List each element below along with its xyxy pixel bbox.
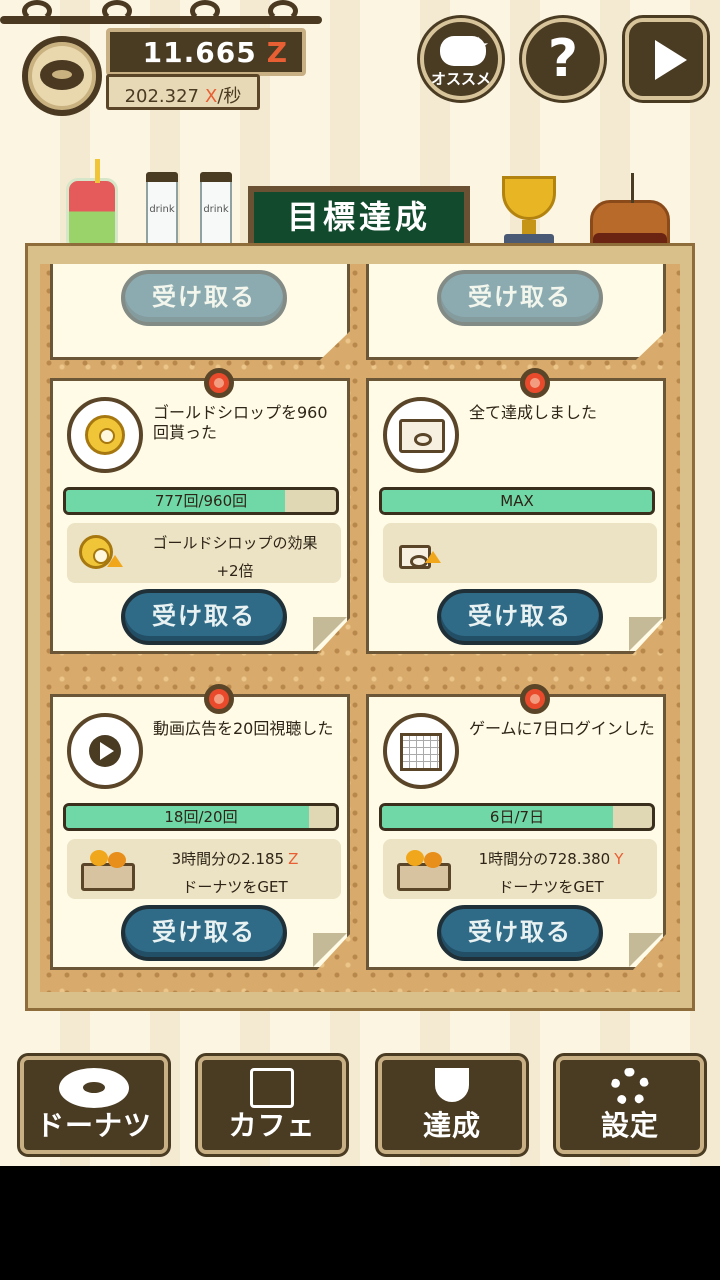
gold-syrup-icon: [67, 397, 143, 473]
reward-line1: ゴールドシロップの効果: [152, 534, 318, 552]
progress-text: 6日/7日: [489, 808, 545, 826]
achievement-card: 動画広告を20回視聴した 18回/20回 3時間分の2.185 Z ドーナツをGE…: [50, 694, 350, 970]
reward-text: 3時間分の2.185 Z ドーナツをGET: [137, 845, 333, 901]
pushpin-icon: [204, 368, 234, 398]
receive-button[interactable]: 受け取る: [437, 270, 603, 326]
juice-jar-decoration: [66, 159, 118, 252]
reward-unit: Y: [614, 850, 624, 868]
reward-line1: 3時間分の2.185: [171, 850, 285, 868]
page-fold: [313, 617, 347, 651]
reward-line2: +2倍: [216, 562, 254, 580]
achievement-title: ゲームに7日ログインした: [469, 719, 655, 738]
page-fold: [629, 933, 663, 967]
income-rate-display: 202.327 X/秒: [106, 74, 260, 110]
nav-donut-label: ドーナツ: [35, 1109, 152, 1142]
nav-settings-button[interactable]: 設定: [556, 1056, 704, 1154]
star-icon: ★: [468, 32, 490, 60]
money-value: 11.665: [142, 36, 257, 69]
achievement-card-partial: 受け取る: [366, 264, 666, 360]
donut-box-icon: [393, 849, 451, 891]
reward-panel: 1時間分の728.380 Y ドーナツをGET: [383, 839, 657, 899]
receive-button[interactable]: 受け取る: [437, 905, 603, 961]
nav-donut-button[interactable]: ドーナツ: [20, 1056, 168, 1154]
scroll-ornament: [268, 0, 298, 22]
play-icon: [655, 40, 687, 80]
video-ad-button[interactable]: [625, 18, 707, 100]
reward-line2: ドーナツをGET: [182, 878, 288, 896]
receive-button[interactable]: 受け取る: [121, 905, 287, 961]
reward-panel: ゴールドシロップの効果 +2倍: [67, 523, 341, 583]
nav-achievement-button[interactable]: 達成: [378, 1056, 526, 1154]
pushpin-icon: [520, 368, 550, 398]
achievement-card: ゴールドシロップを960回貰った 777回/960回 ゴールドシロップの効果 +…: [50, 378, 350, 654]
video-icon: [67, 713, 143, 789]
donut-box-icon: [383, 397, 459, 473]
achievement-card: ゲームに7日ログインした 6日/7日 1時間分の728.380 Y ドーナツをGE…: [366, 694, 666, 970]
achievement-title: 動画広告を20回視聴した: [153, 719, 334, 738]
drink-bottle-decoration: drink: [146, 172, 178, 252]
achievement-card: 全て達成しました MAX 受け取る: [366, 378, 666, 654]
reward-text: ゴールドシロップの効果 +2倍: [137, 529, 333, 585]
donut-currency-icon: [22, 36, 102, 116]
nav-cafe-button[interactable]: カフェ: [198, 1056, 346, 1154]
reward-panel: 3時間分の2.185 Z ドーナツをGET: [67, 839, 341, 899]
achievement-title: ゴールドシロップを960回貰った: [153, 403, 328, 442]
rate-value: 202.327: [124, 86, 199, 107]
gold-syrup-up-icon: [77, 533, 133, 575]
progress-text: 18回/20回: [164, 808, 238, 826]
recommended-button[interactable]: ★ オススメ: [420, 18, 502, 100]
scroll-ornament: [102, 0, 132, 22]
nav-achievement-label: 達成: [422, 1109, 481, 1142]
nav-settings-label: 設定: [600, 1109, 659, 1142]
recommended-label: オススメ: [430, 70, 491, 88]
gear-icon: [611, 1068, 649, 1106]
progress-text: MAX: [500, 492, 534, 510]
page-title: 目標達成: [248, 186, 470, 250]
reward-line1: 1時間分の728.380: [478, 850, 611, 868]
reward-unit: Z: [288, 850, 299, 868]
receive-button[interactable]: 受け取る: [437, 589, 603, 645]
achievement-card-partial: 受け取る: [50, 264, 350, 360]
rate-suffix: /秒: [217, 86, 242, 107]
question-icon: ?: [547, 29, 579, 89]
reward-text: 1時間分の728.380 Y ドーナツをGET: [453, 845, 649, 901]
achievement-title: 全て達成しました: [469, 403, 598, 422]
donut-box-icon: [77, 849, 135, 891]
pushpin-icon: [204, 684, 234, 714]
reward-line2: ドーナツをGET: [498, 878, 604, 896]
drink-bottle-decoration: drink: [200, 172, 232, 252]
progress-bar: MAX: [379, 487, 655, 515]
rate-unit: X: [205, 86, 218, 107]
scroll-ornament: [22, 0, 52, 22]
donut-box-up-icon: [393, 533, 449, 575]
donut-icon: [59, 1068, 129, 1108]
calendar-icon: [383, 713, 459, 789]
trophy-decoration: [486, 176, 572, 254]
nav-cafe-label: カフェ: [228, 1109, 316, 1142]
cafe-icon: [250, 1068, 294, 1108]
trophy-icon: [435, 1068, 469, 1102]
money-display: 11.665 Z: [106, 28, 306, 76]
progress-bar: 777回/960回: [63, 487, 339, 515]
receive-button[interactable]: 受け取る: [121, 589, 287, 645]
play-icon: [89, 735, 121, 767]
page-fold: [313, 933, 347, 967]
progress-bar: 6日/7日: [379, 803, 655, 831]
app-screen: 11.665 Z 202.327 X/秒 ★ オススメ ? drink drink …: [0, 0, 720, 1166]
page-fold: [629, 617, 663, 651]
achievement-board: 受け取る 受け取る ゴールドシロップを960回貰った 777回/960回 ゴール…: [28, 246, 692, 1008]
progress-bar: 18回/20回: [63, 803, 339, 831]
money-unit: Z: [266, 36, 288, 69]
progress-text: 777回/960回: [154, 492, 248, 510]
scroll-ornament: [190, 0, 220, 22]
pushpin-icon: [520, 684, 550, 714]
help-button[interactable]: ?: [522, 18, 604, 100]
receive-button[interactable]: 受け取る: [121, 270, 287, 326]
reward-panel: [383, 523, 657, 583]
